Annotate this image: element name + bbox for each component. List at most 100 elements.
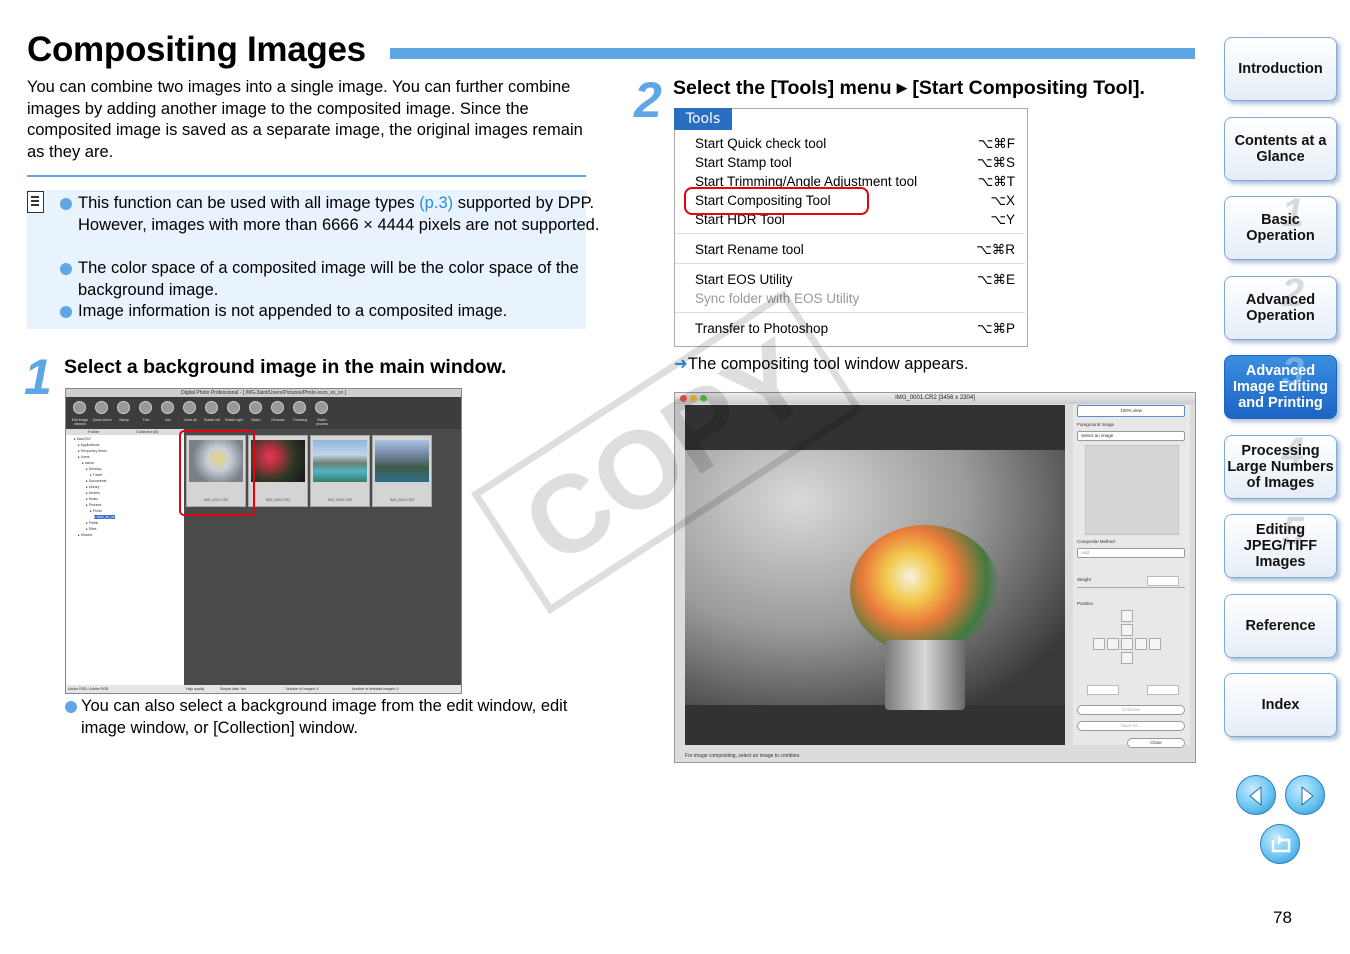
method-select[interactable]: Add <box>1077 548 1185 558</box>
menu-item-shortcut: ⌥⌘T <box>977 174 1015 189</box>
menu-item-shortcut: ⌥⌘P <box>976 321 1015 336</box>
toolbar-button-icon[interactable] <box>183 401 196 414</box>
status-text: High quality <box>186 687 205 691</box>
tree-item[interactable]: ▸ Documents <box>86 479 106 483</box>
toolbar-button-icon[interactable] <box>161 401 174 414</box>
toolbar-label: Trim <box>142 418 150 422</box>
menu-item-shortcut: ⌥⌘E <box>976 272 1015 287</box>
thumbnail-label: IMG_0004.CR2 <box>389 498 415 502</box>
step-number: 2 <box>634 72 662 128</box>
menu-item[interactable]: Start EOS Utility ⌥⌘E <box>695 270 1015 289</box>
close-button[interactable]: Close <box>1127 738 1185 748</box>
menu-item[interactable]: Start Stamp tool ⌥⌘S <box>695 153 1015 172</box>
thumbnail: IMG_0003.CR2 <box>310 435 370 507</box>
tree-item[interactable]: ▸ Shared <box>78 533 92 537</box>
next-page-icon[interactable] <box>1285 775 1325 815</box>
nav-label: Advanced Image Editing and Printing <box>1232 363 1329 411</box>
thumbnail-label: IMG_0003.CR2 <box>327 498 353 502</box>
toolbar-label: Info <box>165 418 171 422</box>
nav-label: Editing JPEG/TIFF Images <box>1243 522 1318 570</box>
y-field[interactable] <box>1147 685 1179 695</box>
bullet-icon <box>60 306 72 318</box>
method-label: Composite Method <box>1077 539 1115 544</box>
tree-item[interactable]: ▸ Desktop <box>86 467 102 471</box>
tree-item[interactable]: ▸ Pictures <box>86 503 101 507</box>
toolbar-button-icon[interactable] <box>205 401 218 414</box>
menu-item[interactable]: Start Quick check tool ⌥⌘F <box>695 134 1015 153</box>
tree-item[interactable]: ▸ Sites <box>86 527 97 531</box>
nav-advanced-operation[interactable]: 2 Advanced Operation <box>1224 273 1337 340</box>
toolbar-button-icon[interactable] <box>227 401 240 414</box>
tree-item[interactable]: ▸ Movies <box>86 491 100 495</box>
x-field[interactable] <box>1087 685 1119 695</box>
tree-item[interactable]: ▸ Public <box>86 521 98 525</box>
section-divider <box>27 175 586 177</box>
toolbar-button-icon[interactable] <box>293 401 306 414</box>
tree-item[interactable]: ▸ MacOSX <box>74 437 91 441</box>
foreground-select[interactable]: Select an image <box>1077 431 1185 441</box>
intro-paragraph: You can combine two images into a single… <box>27 78 583 161</box>
nav-label: Index <box>1261 697 1300 713</box>
nav-contents-at-a-glance[interactable]: Contents at a Glance <box>1224 116 1337 181</box>
continue-button[interactable]: Continue <box>1077 705 1185 715</box>
tree-item[interactable]: ▸ canon <box>82 461 94 465</box>
tree-item[interactable]: ▸ Users <box>78 455 90 459</box>
nav-index[interactable]: Index <box>1224 673 1337 737</box>
folder-tree: ▸ MacOSX ▸ Applications ▸ Temporary Items ▸… <box>66 435 185 685</box>
tree-item[interactable]: ▸ Library <box>86 485 99 489</box>
thumbnail-label: IMG_0002.CR2 <box>265 498 291 502</box>
triangle-right-icon: ▶ <box>896 80 907 95</box>
toolbar-button-icon[interactable] <box>117 401 130 414</box>
status-text: Adobe RGB / Adobe RGB <box>68 687 109 691</box>
nav-advanced-image-editing-and-printing[interactable]: 3 Advanced Image Editing and Printing <box>1224 352 1337 419</box>
foreground-preview <box>1085 445 1179 535</box>
toolbar-button-icon[interactable] <box>315 401 328 414</box>
tree-item[interactable]: ▸ Applications <box>78 443 99 447</box>
save-as-button[interactable]: Save As... <box>1077 721 1185 731</box>
nav-basic-operation[interactable]: 1 Basic Operation <box>1224 193 1337 260</box>
position-pad-horizontal[interactable] <box>1093 638 1161 650</box>
zoom-button[interactable]: 100% view <box>1077 405 1185 417</box>
selection-highlight <box>179 430 255 516</box>
note-item: This function can be used with all image… <box>59 193 603 236</box>
nav-processing-large-numbers-of-images[interactable]: 4 Processing Large Numbers of Images <box>1224 432 1337 499</box>
page-link[interactable]: (p.3) <box>419 194 453 212</box>
toolbar-button-icon[interactable] <box>271 401 284 414</box>
menu-item-label: Start Quick check tool <box>695 136 827 151</box>
toolbar-label: Rotate left <box>204 418 220 422</box>
page-number: 78 <box>1273 908 1292 927</box>
menu-separator <box>675 312 1025 313</box>
menu-item-shortcut: ⌥⌘R <box>976 242 1015 257</box>
toolbar-label: Clear all <box>183 418 197 422</box>
weight-field[interactable] <box>1147 576 1179 586</box>
previous-page-icon[interactable] <box>1236 775 1276 815</box>
nav-reference[interactable]: Reference <box>1224 593 1337 658</box>
note-item: The color space of a composited image wi… <box>59 258 603 301</box>
menu-separator <box>675 263 1025 264</box>
nav-introduction[interactable]: Introduction <box>1224 37 1337 101</box>
tree-item[interactable]: ▸ Temporary Items <box>78 449 107 453</box>
toolbar-label: Edit image window <box>71 418 89 426</box>
nav-label: Reference <box>1245 617 1316 634</box>
menu-item[interactable]: Start Rename tool ⌥⌘R <box>695 240 1015 259</box>
toolbar-button-icon[interactable] <box>95 401 108 414</box>
toolbar-button-icon[interactable] <box>73 401 86 414</box>
return-icon[interactable] <box>1260 824 1300 864</box>
tree-item[interactable]: ▸ Travel <box>90 473 102 477</box>
toolbar-label: Batch <box>251 418 261 422</box>
tree-item[interactable]: ▸ Photo <box>90 509 102 513</box>
toolbar-button-icon[interactable] <box>139 401 152 414</box>
menu-item-shortcut: ⌥X <box>990 193 1015 208</box>
step-instruction: Select the [Tools] menu ▶ [Start Composi… <box>673 77 1145 99</box>
toolbar-button-icon[interactable] <box>249 401 262 414</box>
nav-label: Advanced Operation <box>1245 291 1316 324</box>
tree-item[interactable]: ▸ Music <box>86 497 98 501</box>
nav-editing-jpeg-tiff-images[interactable]: 5 Editing JPEG/TIFF Images <box>1224 511 1337 578</box>
tree-item[interactable]: ▸ xxxx_xx_xx <box>94 515 115 519</box>
bullet-icon <box>65 701 77 713</box>
status-bar: For image compositing, select an image t… <box>685 753 801 759</box>
thumbnail: IMG_0002.CR2 <box>248 435 308 507</box>
weight-slider[interactable] <box>1077 587 1185 588</box>
step-note: You can also select a background image f… <box>65 696 601 739</box>
menu-item-shortcut: ⌥⌘F <box>977 136 1015 151</box>
